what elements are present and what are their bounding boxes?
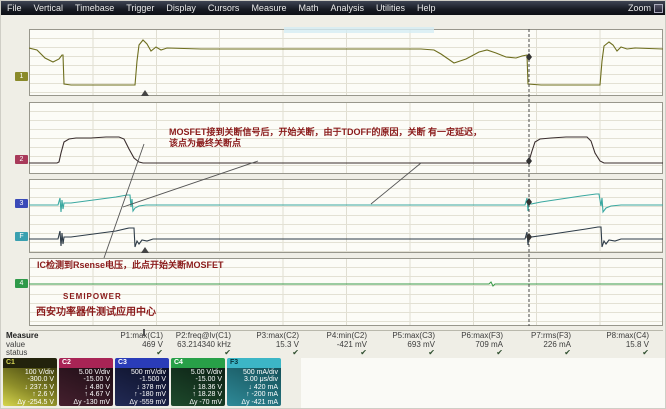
annotation-turnoff-delay: MOSFET接到关断信号后，开始关断，由于TDOFF的原因，关断 有一定延迟，该… (169, 127, 489, 149)
leader-line-note2-to-c2 (104, 144, 144, 258)
status-check-icon: ✔ (289, 349, 367, 358)
waveform-display: MOSFET接到关断信号后，开始关断，由于TDOFF的原因，关断 有一定延迟，该… (29, 26, 663, 326)
descriptor-c2[interactable]: C2 5.00 V/div-15.00 V ↓ 4.80 V↑ 4.67 V Δ… (59, 358, 113, 406)
descriptor-c1[interactable]: C1 100 V/div-300.0 V ↓ 237.5 V↑ 2.6 V Δy… (3, 358, 57, 406)
menu-file[interactable]: File (1, 1, 28, 15)
descriptor-c4[interactable]: C4 5.00 V/div-15.00 V ↓ 18.36 V↑ 18.28 V… (171, 358, 225, 406)
menu-trigger[interactable]: Trigger (120, 1, 160, 15)
trigger-marker-panel1 (141, 90, 149, 96)
trace-c3-rsense-voltage (29, 194, 663, 212)
menu-display[interactable]: Display (160, 1, 202, 15)
menu-math[interactable]: Math (292, 1, 324, 15)
status-check-icon: ✔ (85, 349, 163, 358)
bottom-blank-area (301, 358, 666, 409)
cursor-marker-c2 (526, 157, 532, 165)
status-check-icon: ✔ (493, 349, 571, 358)
measure-col-p6[interactable]: P6:max(F3)709 mA✔ (425, 332, 503, 358)
menu-timebase[interactable]: Timebase (69, 1, 120, 15)
channel-marker-c1[interactable]: 1 (15, 72, 28, 81)
channel-marker-c2[interactable]: 2 (15, 155, 28, 164)
zoom-button-label[interactable]: Zoom (628, 3, 651, 13)
leader-line-note1-to-c3 (123, 161, 258, 207)
status-check-icon: ✔ (153, 349, 231, 358)
brand-semipower: SEMIPOWER (63, 292, 122, 301)
traces-layer (29, 26, 663, 326)
status-check-icon: ✔ (357, 349, 435, 358)
menu-utilities[interactable]: Utilities (370, 1, 411, 15)
menu-help[interactable]: Help (411, 1, 442, 15)
measure-col-p5[interactable]: P5:max(C3)693 mV✔ (357, 332, 435, 358)
menu-cursors[interactable]: Cursors (202, 1, 246, 15)
channel-marker-f3[interactable]: F (15, 232, 28, 241)
channel-marker-c4[interactable]: 4 (15, 279, 28, 288)
measure-col-p7[interactable]: P7:rms(F3)226 mA✔ (493, 332, 571, 358)
descriptor-c3[interactable]: C3 500 mV/div-1.500 V ↓ 378 mV↑ -180 mV … (115, 358, 169, 406)
channel-descriptors: C1 100 V/div-300.0 V ↓ 237.5 V↑ 2.6 V Δy… (3, 358, 281, 406)
menu-measure[interactable]: Measure (245, 1, 292, 15)
menu-vertical[interactable]: Vertical (28, 1, 70, 15)
oscilloscope-app: File Vertical Timebase Trigger Display C… (0, 0, 666, 409)
status-label: status (6, 349, 38, 358)
annotation-rsense-detect: IC检测到Rsense电压，此点开始关断MOSFET (37, 258, 224, 271)
brand-subtitle: 西安功率器件测试应用中心 (36, 303, 156, 318)
status-check-icon: ✔ (425, 349, 503, 358)
status-check-icon: ✔ (571, 349, 649, 358)
trigger-marker-panel3 (141, 247, 149, 253)
status-check-icon: ✔ (221, 349, 299, 358)
measure-row-labels: Measure value status (6, 332, 38, 358)
menu-bar: File Vertical Timebase Trigger Display C… (1, 1, 666, 15)
zoom-grid-icon[interactable] (654, 4, 663, 13)
measure-table: Measure value status P1:max(C1)469 V✔ P2… (1, 332, 666, 358)
trace-c1-drain-voltage (29, 40, 663, 85)
trace-c4 (29, 282, 663, 286)
measure-col-p2[interactable]: P2:freq@lv(C1)63.214340 kHz✔ (153, 332, 231, 358)
measure-col-p8[interactable]: P8:max(C4)15.8 V✔ (571, 332, 649, 358)
measure-col-p1[interactable]: P1:max(C1)469 V✔ (85, 332, 163, 358)
menu-analysis[interactable]: Analysis (324, 1, 370, 15)
measure-col-p3[interactable]: P3:max(C2)15.3 V✔ (221, 332, 299, 358)
measure-col-p4[interactable]: P4:min(C2)-421 mV✔ (289, 332, 367, 358)
channel-marker-c3[interactable]: 3 (15, 199, 28, 208)
descriptor-f3[interactable]: F3 500 mA/div3.00 μs/div ↓ 420 mA↑ -200 … (227, 358, 281, 406)
trace-f3-current (29, 227, 663, 247)
leader-line-note1-to-cursor-point (371, 163, 421, 204)
